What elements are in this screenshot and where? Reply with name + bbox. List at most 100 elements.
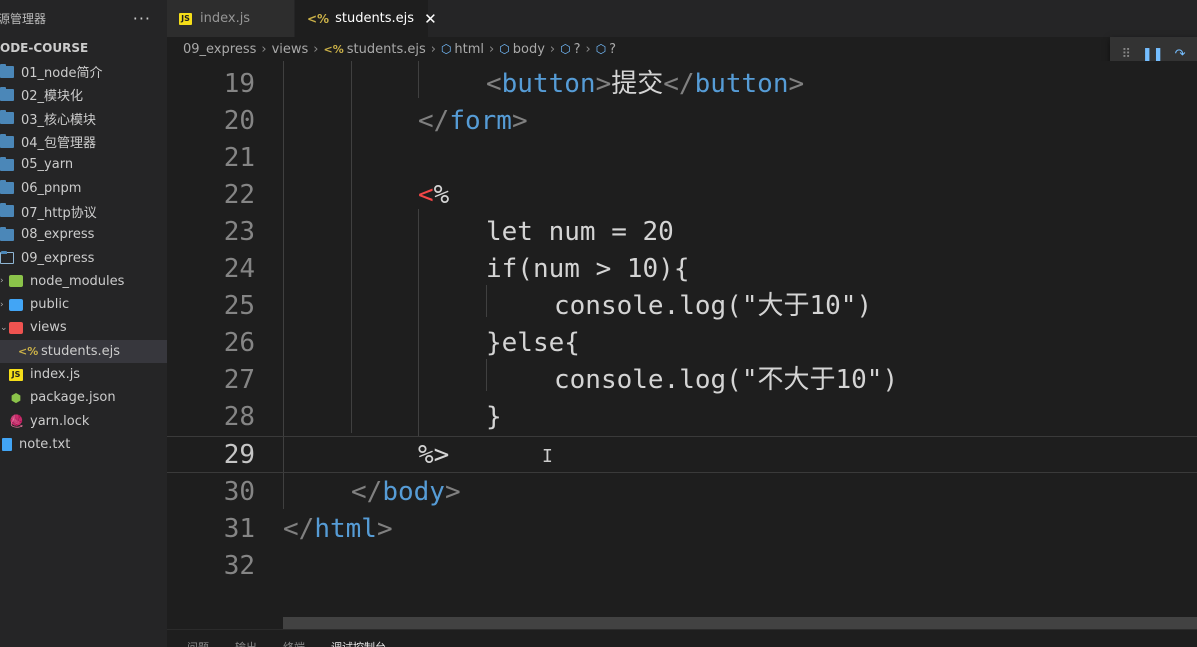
code-text: }else{ bbox=[486, 328, 580, 358]
js-file-icon: JS bbox=[179, 12, 192, 25]
tab-students-ejs[interactable]: <% students.ejs ✕ bbox=[295, 0, 437, 37]
tab-label: index.js bbox=[200, 11, 251, 26]
sidebar-item-04[interactable]: 04_包管理器 bbox=[0, 130, 167, 153]
sidebar-item-08[interactable]: 08_express bbox=[0, 223, 167, 246]
chevron-right-icon: › bbox=[261, 41, 267, 57]
sidebar-item-package-json[interactable]: ⬢ package.json bbox=[0, 386, 167, 409]
sidebar-item-02[interactable]: 02_模块化 bbox=[0, 83, 167, 106]
code-token: </ bbox=[351, 477, 383, 507]
code-line: 25 console.log("大于10") bbox=[167, 288, 1197, 325]
sidebar-item-label: 02_模块化 bbox=[21, 89, 84, 105]
sidebar-item-label: yarn.lock bbox=[30, 413, 90, 429]
line-number: 25 bbox=[223, 291, 255, 321]
folder-icon bbox=[0, 156, 14, 171]
code-text: </form> bbox=[418, 103, 528, 140]
horizontal-scrollbar[interactable] bbox=[283, 617, 1197, 629]
breadcrumb-unknown-1[interactable]: ? bbox=[574, 42, 581, 57]
sidebar-item-09[interactable]: 09_express bbox=[0, 246, 167, 269]
json-file-icon: ⬢ bbox=[10, 390, 22, 405]
ejs-file-icon: <% bbox=[307, 11, 330, 26]
sidebar-item-note-txt[interactable]: note.txt bbox=[0, 433, 167, 456]
folder-icon bbox=[0, 110, 14, 125]
element-cube-icon: ⬡ bbox=[595, 42, 607, 56]
sidebar-item-06[interactable]: 06_pnpm bbox=[0, 176, 167, 199]
sidebar-item-01-node[interactable]: 01_node简介 bbox=[0, 60, 167, 83]
line-number: 23 bbox=[223, 217, 255, 247]
line-number: 30 bbox=[223, 477, 255, 507]
code-token: </ bbox=[418, 106, 450, 136]
line-number: 20 bbox=[223, 106, 255, 136]
sidebar-item-yarn-lock[interactable]: 🧶 yarn.lock bbox=[0, 409, 167, 432]
pause-icon[interactable]: ❚❚ bbox=[1142, 47, 1164, 62]
line-number: 21 bbox=[223, 143, 255, 173]
line-number: 19 bbox=[223, 69, 255, 99]
code-line: 26 }else{ bbox=[167, 325, 1197, 362]
tab-output[interactable]: 输出 bbox=[235, 639, 257, 647]
sidebar-item-label: note.txt bbox=[19, 436, 71, 452]
line-number: 26 bbox=[223, 328, 255, 358]
folder-open-icon bbox=[0, 251, 14, 265]
sidebar-item-label: 07_http协议 bbox=[21, 205, 97, 221]
sidebar-item-07[interactable]: 07_http协议 bbox=[0, 200, 167, 223]
drag-handle-icon[interactable]: ⠿ bbox=[1121, 47, 1131, 62]
code-token: > bbox=[444, 477, 461, 507]
code-token: < bbox=[486, 69, 502, 99]
folder-icon bbox=[0, 180, 14, 195]
element-cube-icon: ⬡ bbox=[499, 42, 510, 56]
code-line: 28 } bbox=[167, 399, 1197, 436]
chevron-right-icon: › bbox=[430, 41, 436, 57]
project-root-folder[interactable]: ODE-COURSE bbox=[0, 36, 167, 60]
breadcrumb-html[interactable]: html bbox=[454, 42, 484, 57]
breadcrumb: 09_express › views › <% students.ejs › ⬡… bbox=[167, 37, 1197, 61]
code-line: 20 </form> bbox=[167, 103, 1197, 140]
breadcrumb-unknown-2[interactable]: ? bbox=[609, 42, 616, 57]
code-line: 24 if(num > 10){ bbox=[167, 251, 1197, 288]
line-number: 24 bbox=[223, 254, 255, 284]
tab-terminal[interactable]: 终端 bbox=[283, 639, 305, 647]
tab-index-js[interactable]: JS index.js bbox=[167, 0, 295, 37]
code-text: console.log("不大于10") bbox=[554, 365, 899, 395]
chevron-right-icon: › bbox=[489, 41, 495, 57]
more-actions-icon[interactable]: ··· bbox=[133, 9, 151, 28]
breadcrumb-views[interactable]: views bbox=[272, 42, 309, 57]
tab-problems[interactable]: 问题 bbox=[187, 639, 209, 647]
breadcrumb-file[interactable]: students.ejs bbox=[347, 42, 426, 57]
explorer-sidebar: 源管理器 ··· ODE-COURSE 01_node简介 02_模块化 03_… bbox=[0, 0, 167, 647]
code-line: 30 </body> bbox=[167, 474, 1197, 511]
sidebar-item-index-js[interactable]: JS index.js bbox=[0, 363, 167, 386]
views-folder-icon bbox=[9, 321, 23, 334]
explorer-header: 源管理器 ··· bbox=[0, 0, 167, 36]
code-token: 提交 bbox=[611, 69, 664, 99]
sidebar-item-label: public bbox=[30, 297, 70, 313]
ejs-file-icon: <% bbox=[323, 42, 344, 56]
code-token: html bbox=[314, 514, 377, 544]
sidebar-item-public[interactable]: › public bbox=[0, 293, 167, 316]
code-text: <button>提交</button> bbox=[486, 66, 804, 103]
code-token: < bbox=[418, 180, 434, 210]
sidebar-item-05[interactable]: 05_yarn bbox=[0, 153, 167, 176]
step-over-icon[interactable]: ↷ bbox=[1175, 47, 1186, 62]
sidebar-item-label: students.ejs bbox=[41, 343, 120, 359]
code-text: <% bbox=[418, 177, 449, 214]
node-modules-folder-icon bbox=[9, 275, 23, 288]
sidebar-item-03[interactable]: 03_核心模块 bbox=[0, 107, 167, 130]
chevron-right-icon: › bbox=[549, 41, 556, 57]
editor-tab-bar: JS index.js <% students.ejs ✕ bbox=[167, 0, 1197, 37]
close-icon[interactable]: ✕ bbox=[424, 10, 437, 28]
breadcrumb-folder[interactable]: 09_express bbox=[183, 42, 256, 57]
chevron-right-icon: › bbox=[585, 41, 591, 57]
sidebar-item-students-ejs[interactable]: <% students.ejs bbox=[0, 339, 167, 363]
js-file-icon: JS bbox=[9, 368, 23, 381]
breadcrumb-body[interactable]: body bbox=[513, 42, 545, 57]
code-text: } bbox=[486, 402, 502, 432]
line-number: 22 bbox=[223, 180, 255, 210]
code-line: 19 <button>提交</button> bbox=[167, 66, 1197, 103]
code-text: </body> bbox=[351, 474, 461, 511]
code-token: button bbox=[501, 69, 596, 99]
code-editor[interactable]: 19 <button>提交</button> 20 </form> 21 22 … bbox=[167, 61, 1197, 617]
txt-file-icon bbox=[2, 437, 12, 451]
sidebar-item-node-modules[interactable]: › node_modules bbox=[0, 270, 167, 293]
line-number: 31 bbox=[223, 514, 255, 544]
sidebar-item-views[interactable]: ⌄ views bbox=[0, 316, 167, 339]
tab-debug-console[interactable]: 调试控制台 bbox=[331, 639, 386, 647]
